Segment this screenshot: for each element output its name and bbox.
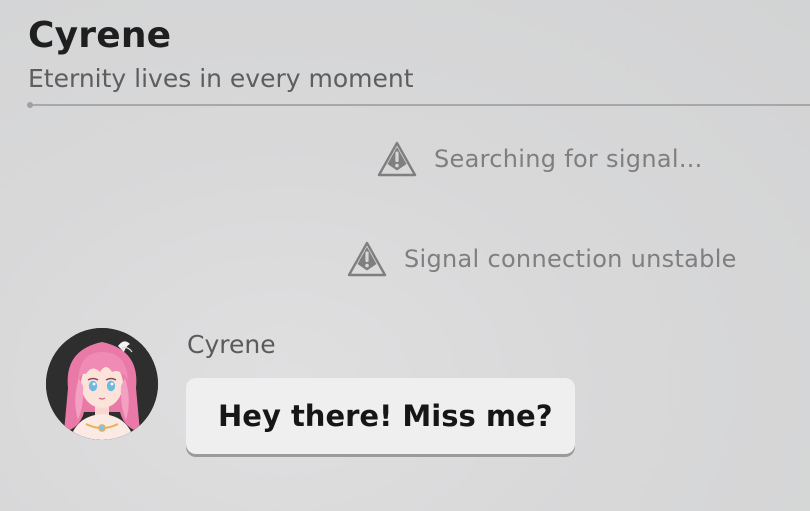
contact-name: Cyrene — [28, 15, 172, 56]
avatar[interactable] — [46, 328, 158, 440]
signal-warning-icon — [347, 241, 387, 277]
system-message-text: Signal connection unstable — [404, 245, 737, 273]
chat-header: Cyrene Eternity lives in every moment — [28, 14, 810, 95]
message-bubble[interactable]: Hey there! Miss me? — [186, 378, 575, 454]
cyrene-avatar-icon — [46, 328, 158, 440]
signal-warning-icon — [377, 141, 417, 177]
system-message-searching: Searching for signal... — [376, 140, 703, 178]
sender-name: Cyrene — [187, 330, 276, 359]
header-divider — [27, 102, 810, 108]
divider-dot — [27, 102, 33, 108]
system-message-text: Searching for signal... — [434, 145, 703, 173]
system-message-unstable: Signal connection unstable — [346, 240, 737, 278]
contact-tagline: Eternity lives in every moment — [28, 64, 414, 93]
